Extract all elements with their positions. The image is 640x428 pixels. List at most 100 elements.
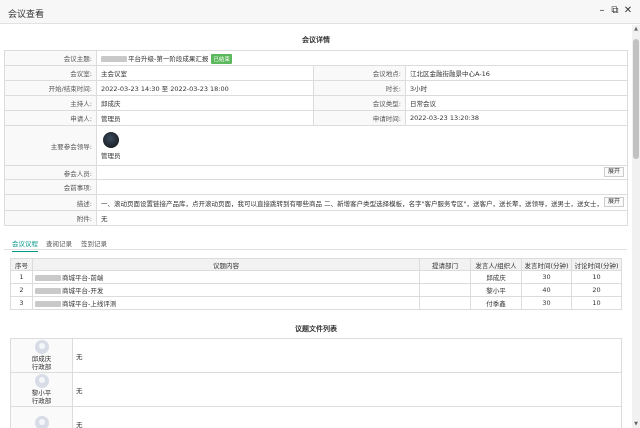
- agenda-header-row: 序号 议题内容 提请部门 发言人/组织人 发言时间(分钟) 讨论时间(分钟): [11, 259, 622, 271]
- matters-value: [97, 180, 628, 195]
- scroll-up-arrow-icon[interactable]: ▲: [632, 25, 640, 33]
- maximize-icon[interactable]: ⧉: [609, 5, 621, 17]
- time-value: 2022-03-23 14:30 至 2022-03-23 18:00: [97, 81, 314, 96]
- applicant-value: 管理员: [97, 111, 314, 126]
- tab-view-records[interactable]: 查阅记录: [46, 238, 72, 248]
- files-section-title: 议题文件列表: [0, 324, 632, 334]
- file-owner-dept: 行政部: [11, 397, 72, 405]
- file-list-value: 无: [73, 339, 622, 373]
- agenda-speak-time: 30: [522, 271, 572, 284]
- room-value: 主会议室: [97, 66, 314, 81]
- duration-label: 时长:: [314, 81, 406, 96]
- agenda-dept: [420, 271, 471, 284]
- col-no-header: 序号: [11, 259, 33, 271]
- location-value: 江北区金融街融景中心A-16: [406, 66, 628, 81]
- leader-cell: 管理员: [97, 126, 628, 166]
- table-row: 黎小平 行政部 无: [11, 373, 622, 407]
- meeting-info-table: 会议主题: 平台升级-第一阶段成果汇报已结束 会议室: 主会议室 会议地点: 江…: [4, 50, 628, 226]
- attendees-expand-button[interactable]: 展开: [604, 167, 624, 177]
- col-content-header: 议题内容: [33, 259, 420, 271]
- description-label: 描述:: [5, 195, 97, 211]
- host-label: 主持人:: [5, 96, 97, 111]
- table-row: 2 商城平台-开发 黎小平 40 20: [11, 284, 622, 297]
- subject-label: 会议主题:: [5, 51, 97, 66]
- user-avatar-icon: [35, 416, 49, 428]
- file-list-value: 无: [73, 373, 622, 407]
- subject-value: 平台升级-第一阶段成果汇报: [128, 55, 208, 63]
- attachment-label: 附件:: [5, 211, 97, 226]
- agenda-no: 2: [11, 284, 33, 297]
- file-owner-name: 邱成庆: [11, 355, 72, 363]
- user-avatar-icon: [35, 374, 49, 388]
- location-label: 会议地点:: [314, 66, 406, 81]
- description-expand-button[interactable]: 展开: [604, 197, 624, 207]
- tab-sign-in-records[interactable]: 签到记录: [81, 238, 107, 248]
- col-speak-time-header: 发言时间(分钟): [522, 259, 572, 271]
- file-owner-dept: 行政部: [11, 363, 72, 371]
- agenda-speaker: 黎小平: [471, 284, 522, 297]
- agenda-table: 序号 议题内容 提请部门 发言人/组织人 发言时间(分钟) 讨论时间(分钟) 1…: [10, 258, 622, 310]
- file-list-value: 无: [73, 407, 622, 428]
- matters-label: 会前事项:: [5, 180, 97, 195]
- agenda-content-cell: 商城平台-上线评测: [33, 297, 420, 310]
- agenda-no: 3: [11, 297, 33, 310]
- col-discuss-time-header: 讨论时间(分钟): [572, 259, 622, 271]
- agenda-speak-time: 30: [522, 297, 572, 310]
- col-dept-header: 提请部门: [420, 259, 471, 271]
- close-icon[interactable]: ✕: [622, 5, 634, 17]
- user-avatar-icon: [35, 340, 49, 354]
- col-speaker-header: 发言人/组织人: [471, 259, 522, 271]
- redacted-text: [35, 288, 61, 294]
- agenda-discuss-time: 10: [572, 297, 622, 310]
- room-label: 会议室:: [5, 66, 97, 81]
- description-value: 一、滚动页面设置链接产品库，点开滚动页面，我可以直接跳转到有哪些商品 二、新增客…: [101, 198, 601, 208]
- file-owner-name: 黎小平: [11, 389, 72, 397]
- type-value: 日常会议: [406, 96, 628, 111]
- minimize-icon[interactable]: –: [596, 5, 608, 17]
- leader-label: 主要参会领导:: [5, 126, 97, 166]
- leader-name: 管理员: [101, 150, 121, 160]
- time-label: 开始/结束时间:: [5, 81, 97, 96]
- vertical-scrollbar[interactable]: ▲ ▼: [632, 25, 640, 428]
- table-row: 无: [11, 407, 622, 428]
- agenda-content: 商城平台-开发: [62, 287, 103, 295]
- agenda-content: 商城平台-上线评测: [62, 300, 116, 308]
- agenda-discuss-time: 20: [572, 284, 622, 297]
- tab-agenda[interactable]: 会议议程: [12, 238, 38, 252]
- scroll-down-arrow-icon[interactable]: ▼: [632, 420, 640, 428]
- agenda-speaker: 邱成庆: [471, 271, 522, 284]
- detail-tabs: 会议议程 查阅记录 签到记录: [4, 236, 627, 250]
- file-owner-cell: 黎小平 行政部: [11, 373, 73, 407]
- meeting-detail-content: 会议详情 会议主题: 平台升级-第一阶段成果汇报已结束 会议室: 主会议室 会议…: [0, 25, 632, 428]
- agenda-content-cell: 商城平台-前端: [33, 271, 420, 284]
- applicant-label: 申请人:: [5, 111, 97, 126]
- agenda-no: 1: [11, 271, 33, 284]
- type-label: 会议类型:: [314, 96, 406, 111]
- status-badge: 已结束: [211, 54, 232, 64]
- leader-avatar-block: 管理员: [101, 132, 121, 160]
- subject-cell: 平台升级-第一阶段成果汇报已结束: [97, 51, 628, 66]
- attendees-label: 参会人员:: [5, 166, 97, 180]
- redacted-text: [101, 56, 127, 62]
- scrollbar-thumb[interactable]: [633, 39, 639, 159]
- table-row: 3 商城平台-上线评测 付季鑫 30 10: [11, 297, 622, 310]
- redacted-text: [35, 301, 61, 307]
- redacted-text: [35, 275, 61, 281]
- agenda-dept: [420, 284, 471, 297]
- file-owner-cell: 邱成庆 行政部: [11, 339, 73, 373]
- details-section-title: 会议详情: [0, 35, 632, 45]
- duration-value: 3小时: [406, 81, 628, 96]
- topic-files-table: 邱成庆 行政部 无 黎小平 行政部 无 无: [10, 338, 622, 428]
- description-cell: 一、滚动页面设置链接产品库，点开滚动页面，我可以直接跳转到有哪些商品 二、新增客…: [97, 195, 628, 211]
- window-titlebar: 会议查看 – ⧉ ✕: [0, 0, 640, 24]
- table-row: 邱成庆 行政部 无: [11, 339, 622, 373]
- agenda-discuss-time: 10: [572, 271, 622, 284]
- apply-time-label: 申请时间:: [314, 111, 406, 126]
- apply-time-value: 2022-03-23 13:20:38: [406, 111, 628, 126]
- attachment-value: 无: [97, 211, 628, 226]
- agenda-content: 商城平台-前端: [62, 274, 103, 282]
- agenda-dept: [420, 297, 471, 310]
- table-row: 1 商城平台-前端 邱成庆 30 10: [11, 271, 622, 284]
- user-avatar-icon: [103, 132, 119, 148]
- attendees-cell: 展开: [97, 166, 628, 180]
